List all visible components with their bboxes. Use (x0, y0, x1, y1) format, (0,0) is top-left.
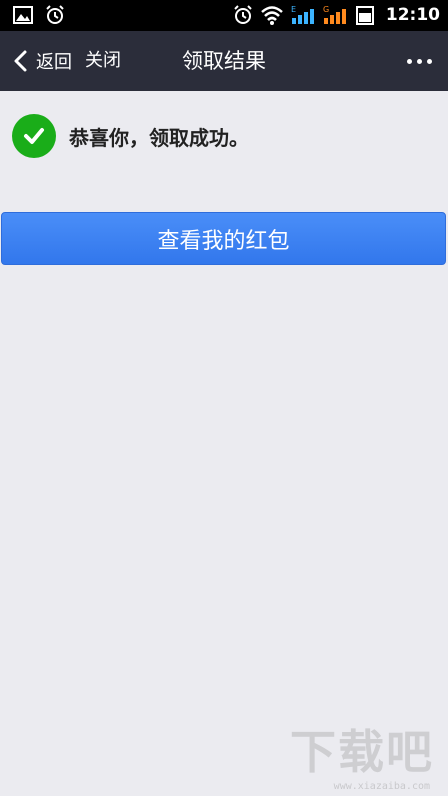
wifi-icon (261, 6, 283, 25)
view-my-red-packet-button[interactable]: 查看我的红包 (1, 212, 446, 265)
nav-bar: 返回 关闭 领取结果 (0, 31, 448, 91)
svg-text:G: G (323, 5, 329, 14)
watermark-logo: 下载吧 www.xiazaiba.com (290, 716, 434, 792)
alarm-icon (46, 5, 64, 24)
success-check-icon (12, 114, 56, 158)
watermark-text: 下载吧 (290, 725, 434, 779)
back-button[interactable]: 返回 (12, 31, 72, 91)
back-label: 返回 (36, 52, 72, 73)
more-dot (417, 58, 422, 64)
more-icon[interactable] (407, 31, 432, 91)
signal-e-icon: E (291, 5, 314, 24)
success-message: 恭喜你，领取成功。 (69, 125, 249, 150)
alarm-icon (234, 5, 252, 24)
battery-icon (356, 6, 374, 25)
status-time: 12:10 (385, 5, 440, 25)
success-message-row: 恭喜你，领取成功。 (12, 114, 249, 158)
more-dot (407, 58, 412, 64)
svg-text:E: E (291, 5, 296, 14)
gallery-icon (13, 6, 33, 24)
close-button[interactable]: 关闭 (85, 31, 121, 91)
chevron-left-icon (14, 50, 27, 72)
more-dot (427, 58, 432, 64)
signal-g-icon: G (323, 5, 346, 24)
status-bar: E G 12:10 (0, 0, 448, 31)
watermark-url: www.xiazaiba.com (333, 781, 430, 792)
